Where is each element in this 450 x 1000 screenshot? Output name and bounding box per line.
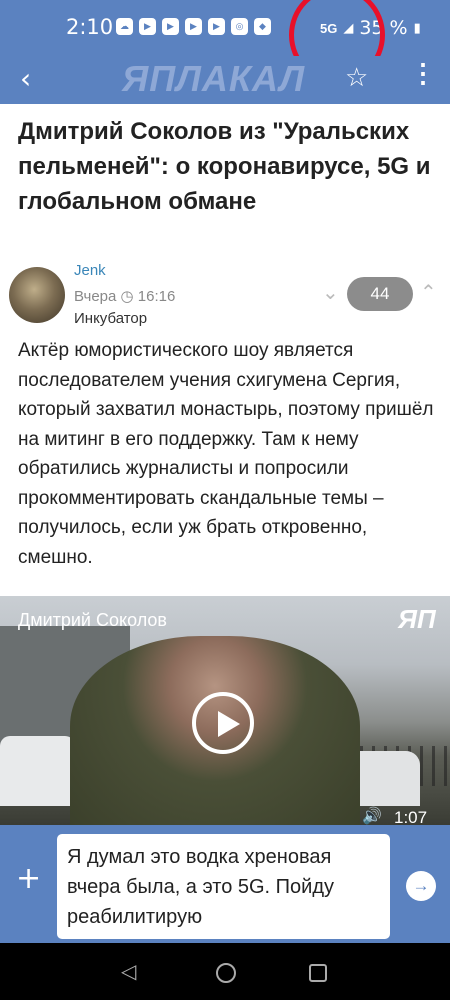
youtube-icon: ▶ <box>208 18 225 35</box>
avatar[interactable] <box>9 267 65 323</box>
notification-icons: ☁ ▶ ▶ ▶ ▶ ◎ ◆ <box>116 18 271 35</box>
comment-bar: + Я думал это водка хреновая вчера была,… <box>0 825 450 943</box>
sound-icon[interactable]: 🔊 <box>362 806 382 825</box>
attach-button[interactable]: + <box>16 861 41 896</box>
app-bar: ‹ ЯПЛАКАЛ ☆ ⋮ <box>0 56 450 104</box>
post-time: 16:16 <box>137 288 176 305</box>
vote-down-icon[interactable]: ⌄ <box>322 280 339 305</box>
app-icon: ◆ <box>254 18 271 35</box>
nav-recents-icon[interactable] <box>309 964 327 982</box>
video-player[interactable]: Дмитрий Соколов ЯП 🔊 1:07 <box>0 596 450 825</box>
back-button[interactable]: ‹ <box>20 62 31 95</box>
video-duration: 1:07 <box>394 808 428 825</box>
more-menu-icon[interactable]: ⋮ <box>410 58 436 89</box>
vote-up-icon[interactable]: ⌃ <box>420 280 437 305</box>
status-bar: 2:10 ☁ ▶ ▶ ▶ ▶ ◎ ◆ 5G ◢ 35 % ▮ <box>0 0 450 84</box>
article-title: Дмитрий Соколов из "Уральских пельменей"… <box>18 118 431 215</box>
send-button[interactable]: → <box>406 871 436 901</box>
battery-icon: ▮ <box>413 20 421 35</box>
date-label: Вчера <box>74 288 117 305</box>
video-title: Дмитрий Соколов <box>18 610 167 630</box>
video-logo: ЯП <box>398 604 436 634</box>
app-logo: ЯПЛАКАЛ <box>122 58 306 99</box>
status-time: 2:10 <box>66 15 114 39</box>
system-nav-bar: ◁ <box>0 943 450 1000</box>
youtube-icon: ▶ <box>185 18 202 35</box>
nav-back-icon[interactable]: ◁ <box>121 959 136 984</box>
play-icon <box>218 711 240 737</box>
nav-home-icon[interactable] <box>216 963 236 983</box>
post-date: Вчера ◷ 16:16 <box>74 287 175 305</box>
vote-count: 44 <box>347 277 413 311</box>
youtube-icon: ▶ <box>162 18 179 35</box>
play-button[interactable] <box>192 692 254 754</box>
comment-input[interactable]: Я думал это водка хреновая вчера была, а… <box>57 834 390 939</box>
article-body: Актёр юмористического шоу является после… <box>18 340 434 568</box>
app-icon: ◎ <box>231 18 248 35</box>
star-icon[interactable]: ☆ <box>345 62 368 93</box>
youtube-icon: ▶ <box>139 18 156 35</box>
video-background-car <box>0 736 75 806</box>
clock-icon: ◷ <box>120 288 134 305</box>
weather-icon: ☁ <box>116 18 133 35</box>
author-name[interactable]: Jenk <box>74 262 106 279</box>
author-rank: Инкубатор <box>74 310 148 327</box>
